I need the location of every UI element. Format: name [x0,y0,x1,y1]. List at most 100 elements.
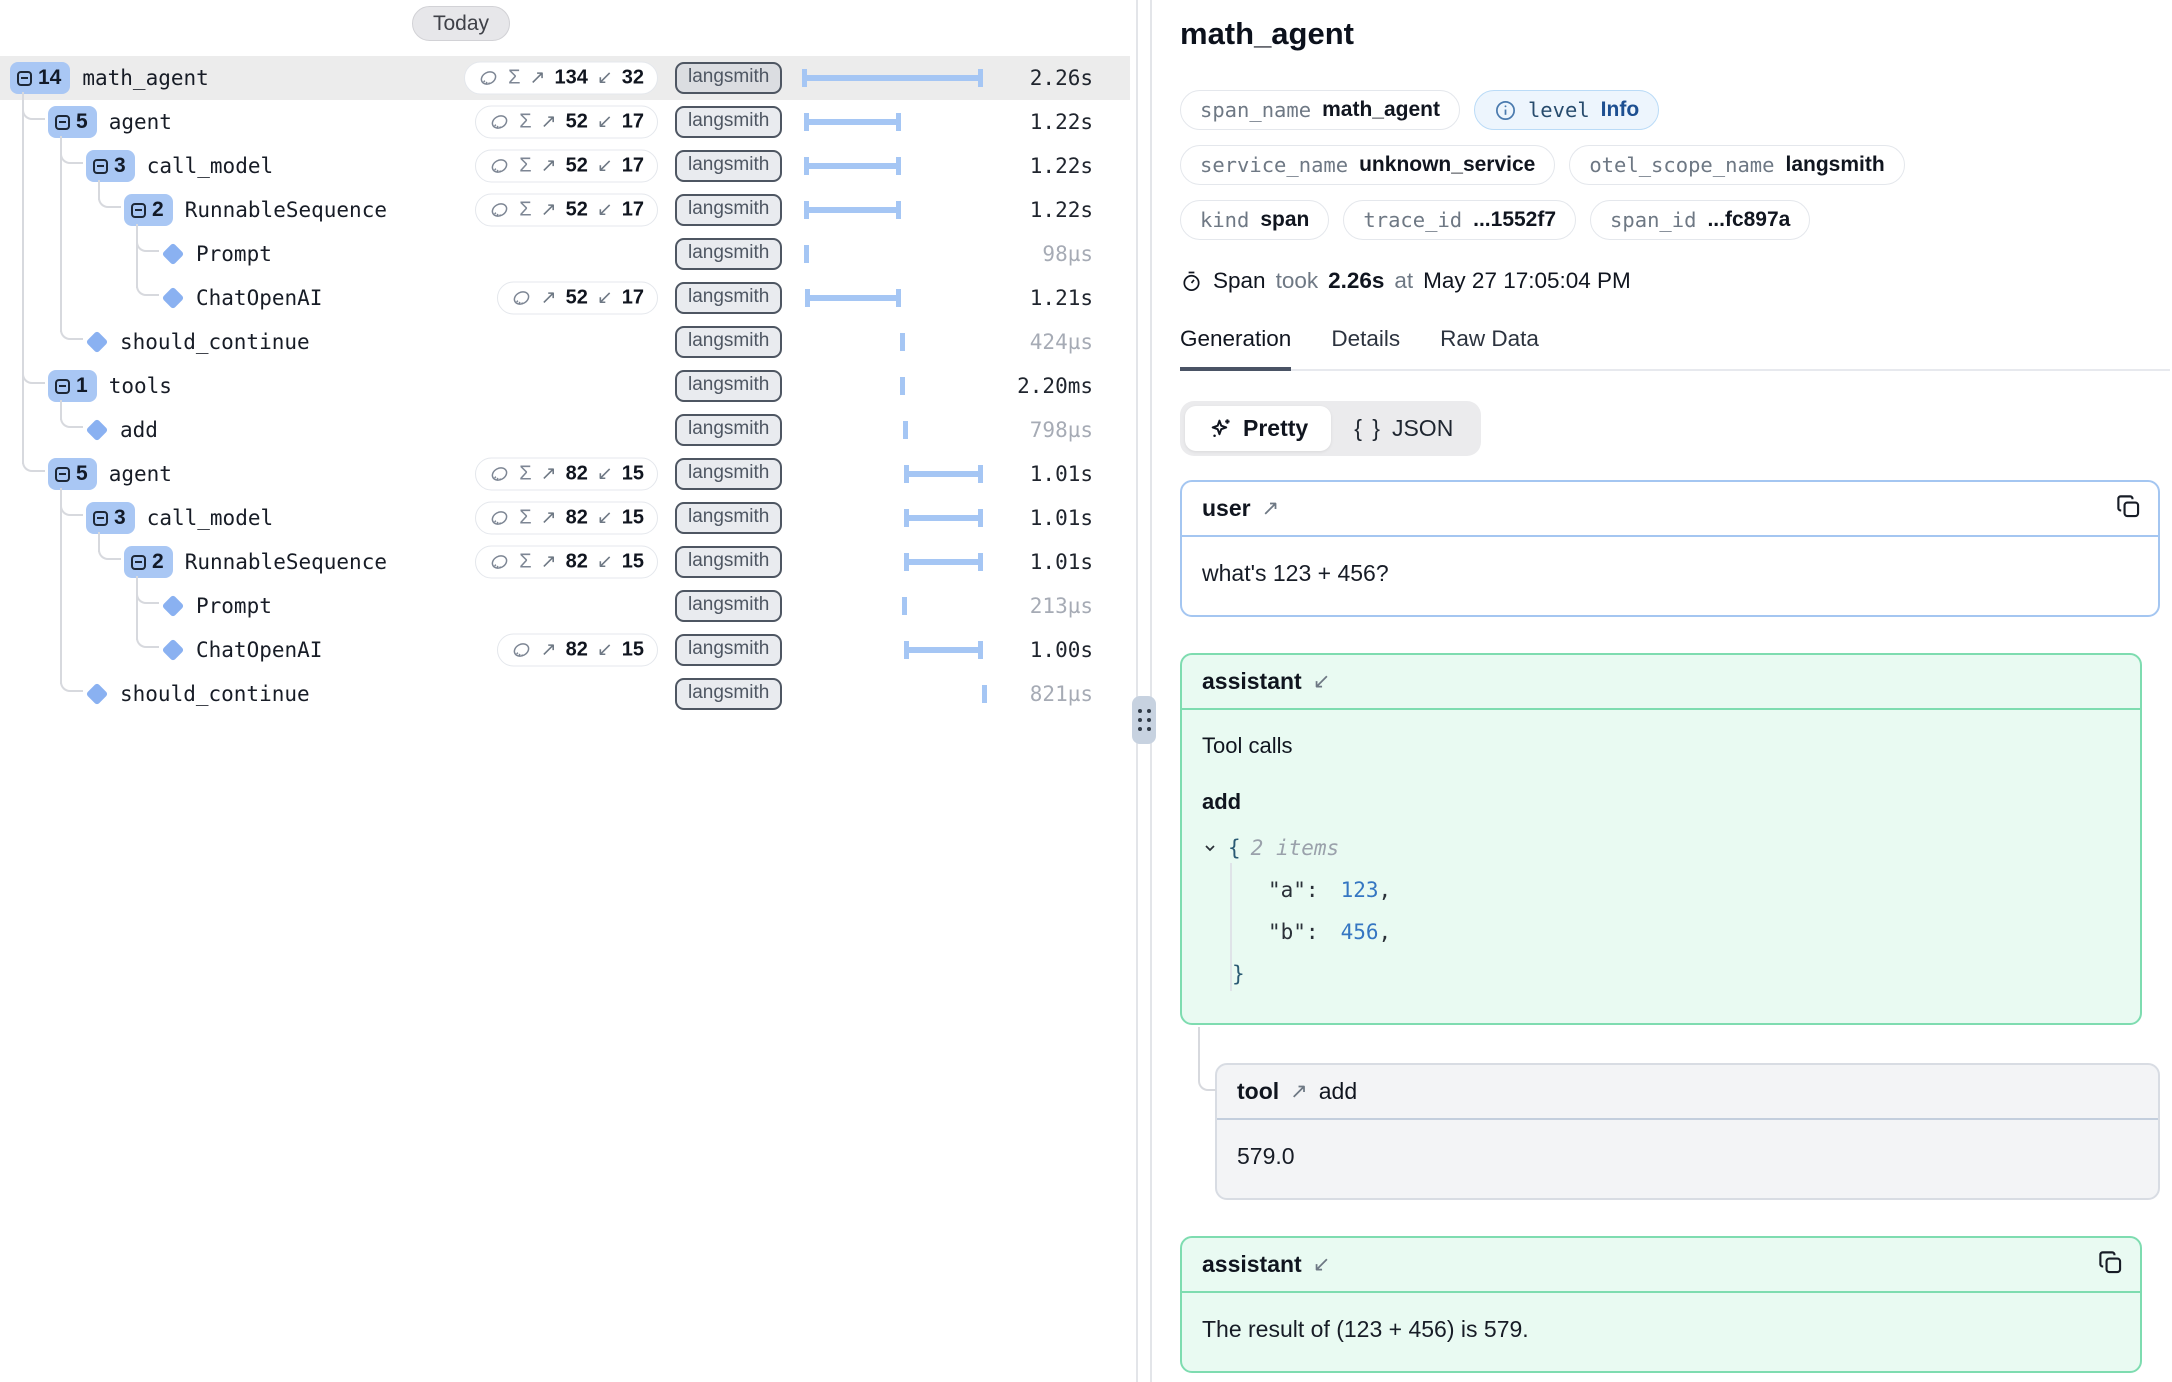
panel-divider[interactable] [1130,0,1158,1382]
span-name-label: RunnableSequence [185,550,387,574]
collapse-count-badge[interactable]: 5 [48,106,97,138]
tab-raw-data[interactable]: Raw Data [1440,326,1539,369]
outgoing-arrow-icon: ↗ [1290,1079,1308,1104]
token-usage-badge: Σ ↗82 ↙15 [475,546,658,579]
sigma-icon: Σ [519,111,531,134]
json-close-brace: } [1232,962,1245,986]
tree-row-main: 5 agent [48,100,172,144]
duration-label: 98µs [985,242,1093,266]
tree-row[interactable]: add langsmith 798µs [0,408,1130,452]
duration-label: 1.22s [985,154,1093,178]
tokens-out-arrow-icon: ↙ [597,463,613,486]
tokens-in-count: 82 [566,551,588,574]
pretty-toggle[interactable]: Pretty [1185,406,1331,451]
child-count: 3 [114,154,126,178]
tokens-out-arrow-icon: ↙ [597,551,613,574]
span-name-label: should_continue [120,682,310,706]
took-word: took [1276,268,1319,294]
tree-row[interactable]: Prompt langsmith 213µs [0,584,1130,628]
token-usage-badge: Σ ↗82 ↙15 [475,458,658,491]
meta-pill-span_id: span_id...fc897a [1590,200,1810,240]
duration-bar [800,188,984,232]
tokens-in-count: 82 [566,639,588,662]
tool-calls-label: Tool calls [1202,733,2120,759]
tree-connector [136,224,138,288]
metadata-pills: span_namemath_agent levelInfoservice_nam… [1180,90,2172,240]
tree-row[interactable]: 2 RunnableSequence Σ ↗82 ↙15 langsmith 1… [0,540,1130,584]
tree-row-main: 1 tools [48,364,172,408]
duration-bar [800,56,984,100]
tree-row[interactable]: should_continue langsmith 424µs [0,320,1130,364]
tree-row[interactable]: 5 agent Σ ↗52 ↙17 langsmith 1.22s [0,100,1130,144]
span-duration-value: 2.26s [1328,268,1384,294]
tokens-out-count: 17 [622,199,644,222]
tree-row[interactable]: 14 math_agent Σ ↗134 ↙32 langsmith 2.26s [0,56,1130,100]
tree-row-main: Prompt [162,584,272,628]
panel-resize-grip[interactable] [1132,696,1156,744]
sigma-icon: Σ [519,551,531,574]
duration-bar [800,320,984,364]
collapse-count-badge[interactable]: 1 [48,370,97,402]
tree-row[interactable]: ChatOpenAI ↗52 ↙17 langsmith 1.21s [0,276,1130,320]
user-message-header: user ↗ [1182,482,2158,537]
duration-label: 2.20ms [985,374,1093,398]
tool-call-name: add [1202,789,2120,815]
leaf-diamond-icon [86,683,109,706]
tokens-out-arrow-icon: ↙ [597,199,613,222]
tree-row[interactable]: 2 RunnableSequence Σ ↗52 ↙17 langsmith 1… [0,188,1130,232]
tree-connector-elbow [60,678,83,692]
tool-result-card: tool ↗ add 579.0 [1215,1063,2160,1200]
collapse-count-badge[interactable]: 2 [124,194,173,226]
tree-row[interactable]: ChatOpenAI ↗82 ↙15 langsmith 1.00s [0,628,1130,672]
json-toggle[interactable]: { } JSON [1331,406,1476,451]
langsmith-tag: langsmith [675,634,782,666]
copy-button[interactable] [2115,493,2142,520]
tree-row[interactable]: 1 tools langsmith 2.20ms [0,364,1130,408]
assistant-final-card: assistant ↙ The result of (123 + 456) is… [1180,1236,2142,1373]
collapse-minus-icon [55,115,70,130]
trace-tree: 14 math_agent Σ ↗134 ↙32 langsmith 2.26s… [0,0,1130,1382]
token-coin-icon [511,640,532,661]
tree-row-main: 2 RunnableSequence [124,540,387,584]
collapse-count-badge[interactable]: 3 [86,150,135,182]
langsmith-tag: langsmith [675,150,782,182]
json-arg-line: "b":456, [1202,911,2120,953]
collapse-count-badge[interactable]: 14 [10,62,70,94]
langsmith-tag: langsmith [675,282,782,314]
collapse-count-badge[interactable]: 3 [86,502,135,534]
duration-label: 1.21s [985,286,1093,310]
copy-button[interactable] [2097,1249,2124,1276]
collapse-count-badge[interactable]: 5 [48,458,97,490]
tree-connector-elbow [136,634,159,648]
tree-row-main: 2 RunnableSequence [124,188,387,232]
sigma-icon: Σ [519,199,531,222]
duration-bar [800,364,984,408]
tab-details[interactable]: Details [1331,326,1400,369]
tree-row-main: 3 call_model [86,144,273,188]
tree-row[interactable]: should_continue langsmith 821µs [0,672,1130,716]
tree-row[interactable]: Prompt langsmith 98µs [0,232,1130,276]
langsmith-tag: langsmith [675,106,782,138]
tokens-in-count: 82 [566,507,588,530]
duration-label: 1.00s [985,638,1093,662]
collapse-count-badge[interactable]: 2 [124,546,173,578]
tokens-in-count: 82 [566,463,588,486]
tree-row[interactable]: 3 call_model Σ ↗82 ↙15 langsmith 1.01s [0,496,1130,540]
duration-bar [800,628,984,672]
assistant-final-header: assistant ↙ [1182,1238,2140,1293]
duration-bar [800,672,984,716]
chevron-down-icon[interactable] [1202,840,1218,856]
tree-row[interactable]: 5 agent Σ ↗82 ↙15 langsmith 1.01s [0,452,1130,496]
token-usage-badge: Σ ↗52 ↙17 [475,106,658,139]
span-duration-line: Span took 2.26s at May 27 17:05:04 PM [1180,268,2172,294]
braces-icon: { } [1354,415,1382,442]
tab-generation[interactable]: Generation [1180,326,1291,371]
meta-pill-span_name: span_namemath_agent [1180,90,1460,130]
tokens-in-count: 52 [566,111,588,134]
langsmith-tag: langsmith [675,546,782,578]
tree-row[interactable]: 3 call_model Σ ↗52 ↙17 langsmith 1.22s [0,144,1130,188]
collapse-minus-icon [17,71,32,86]
token-coin-icon [489,112,510,133]
incoming-arrow-icon: ↙ [1313,1252,1331,1277]
json-label: JSON [1392,415,1453,442]
